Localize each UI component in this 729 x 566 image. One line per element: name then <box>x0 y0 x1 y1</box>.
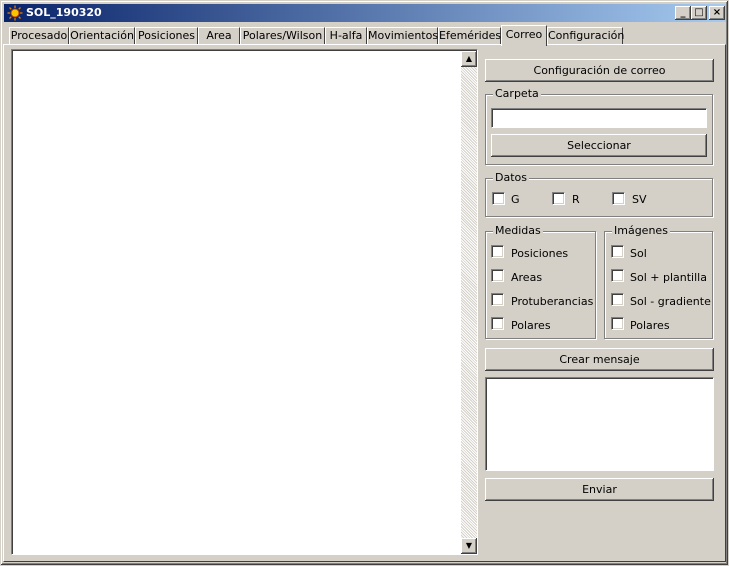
main-window: SOL_190320 _ □ × Procesado Orientación P… <box>0 0 729 566</box>
tab-area[interactable]: Area <box>198 27 240 45</box>
checkbox-sol[interactable] <box>611 245 624 258</box>
datos-title: Datos <box>493 171 529 184</box>
tab-h-alfa[interactable]: H-alfa <box>325 27 367 45</box>
tab-orientacion[interactable]: Orientación <box>69 27 135 45</box>
minimize-button[interactable]: _ <box>675 6 691 20</box>
checkbox-polares-imagenes[interactable] <box>611 317 624 330</box>
checkbox-polares-imagenes-label: Polares <box>630 319 670 332</box>
checkbox-sol-label: Sol <box>630 247 647 260</box>
folder-path-field[interactable] <box>491 108 707 128</box>
window-title: SOL_190320 <box>26 6 102 19</box>
tab-procesado[interactable]: Procesado <box>9 27 69 45</box>
checkbox-polares-medidas[interactable] <box>491 317 504 330</box>
maximize-button[interactable]: □ <box>691 6 707 20</box>
email-config-button[interactable]: Configuración de correo <box>485 59 714 82</box>
output-text-area[interactable]: ▲ ▼ <box>11 49 478 555</box>
tab-efemerides[interactable]: Efemérides <box>438 27 501 45</box>
tab-correo[interactable]: Correo <box>501 25 547 46</box>
close-button[interactable]: × <box>709 6 725 20</box>
checkbox-areas[interactable] <box>491 269 504 282</box>
tab-configuracion[interactable]: Configuración <box>547 27 624 45</box>
checkbox-protuberancias-label: Protuberancias <box>511 295 594 308</box>
scroll-up-icon[interactable]: ▲ <box>461 51 477 67</box>
checkbox-g[interactable] <box>492 192 505 205</box>
tab-posiciones[interactable]: Posiciones <box>135 27 198 45</box>
create-message-button[interactable]: Crear mensaje <box>485 348 714 371</box>
scroll-down-icon[interactable]: ▼ <box>461 538 477 554</box>
medidas-title: Medidas <box>493 224 543 237</box>
title-bar[interactable]: SOL_190320 _ □ × <box>4 4 726 22</box>
checkbox-sol-plantilla-label: Sol + plantilla <box>630 271 707 284</box>
checkbox-posiciones-label: Posiciones <box>511 247 569 260</box>
checkbox-sol-gradiente[interactable] <box>611 293 624 306</box>
checkbox-posiciones[interactable] <box>491 245 504 258</box>
tab-strip: Procesado Orientación Posiciones Area Po… <box>1 25 729 46</box>
tab-polares-wilson[interactable]: Polares/Wilson <box>240 27 325 45</box>
select-folder-button[interactable]: Seleccionar <box>491 134 707 157</box>
checkbox-sol-plantilla[interactable] <box>611 269 624 282</box>
imagenes-title: Imágenes <box>612 224 670 237</box>
checkbox-sv-label: SV <box>632 193 647 206</box>
checkbox-protuberancias[interactable] <box>491 293 504 306</box>
tab-movimientos[interactable]: Movimientos <box>367 27 438 45</box>
checkbox-areas-label: Areas <box>511 271 543 284</box>
checkbox-g-label: G <box>511 193 520 206</box>
message-preview-area[interactable] <box>485 377 714 471</box>
checkbox-sv[interactable] <box>612 192 625 205</box>
send-button[interactable]: Enviar <box>485 478 714 501</box>
checkbox-polares-medidas-label: Polares <box>511 319 551 332</box>
checkbox-r-label: R <box>572 193 580 206</box>
checkbox-r[interactable] <box>552 192 565 205</box>
carpeta-title: Carpeta <box>493 87 541 100</box>
checkbox-sol-gradiente-label: Sol - gradiente <box>630 295 711 308</box>
vertical-scrollbar[interactable]: ▲ ▼ <box>461 51 477 554</box>
sun-icon <box>7 5 23 21</box>
